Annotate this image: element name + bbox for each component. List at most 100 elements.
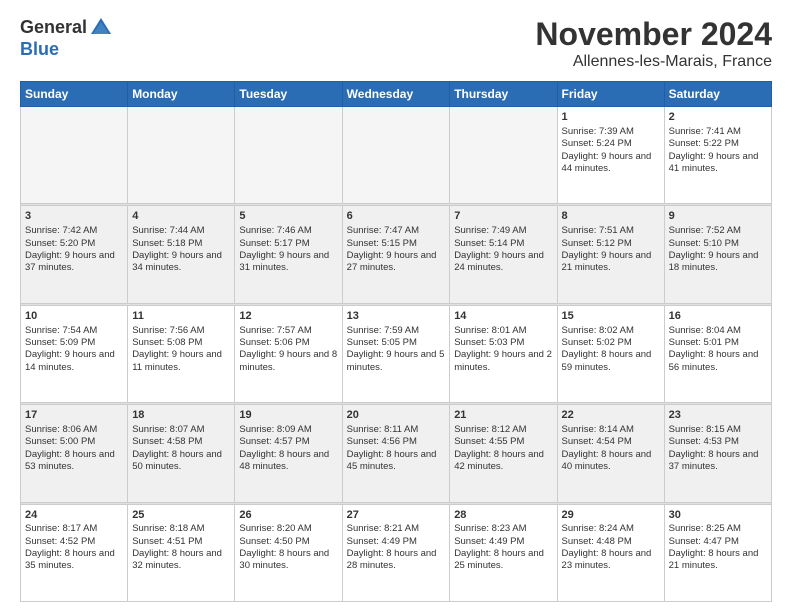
day-info: Sunrise: 7:44 AM Sunset: 5:18 PM Dayligh… (132, 225, 230, 274)
header-wednesday: Wednesday (342, 82, 450, 107)
day-number: 8 (562, 209, 660, 224)
day-info: Sunrise: 8:21 AM Sunset: 4:49 PM Dayligh… (347, 523, 446, 572)
table-cell: 9Sunrise: 7:52 AM Sunset: 5:10 PM Daylig… (664, 206, 771, 303)
day-info: Sunrise: 7:42 AM Sunset: 5:20 PM Dayligh… (25, 225, 123, 274)
day-info: Sunrise: 8:09 AM Sunset: 4:57 PM Dayligh… (239, 424, 337, 473)
header-thursday: Thursday (450, 82, 557, 107)
table-cell (235, 107, 342, 204)
day-number: 15 (562, 309, 660, 324)
day-info: Sunrise: 8:04 AM Sunset: 5:01 PM Dayligh… (669, 325, 767, 374)
logo-blue: Blue (20, 40, 59, 60)
day-info: Sunrise: 7:49 AM Sunset: 5:14 PM Dayligh… (454, 225, 552, 274)
calendar-week-1: 1Sunrise: 7:39 AM Sunset: 5:24 PM Daylig… (21, 107, 772, 204)
title-block: November 2024 Allennes-les-Marais, Franc… (535, 16, 772, 71)
page: General Blue November 2024 Allennes-les-… (0, 0, 792, 612)
table-cell: 12Sunrise: 7:57 AM Sunset: 5:06 PM Dayli… (235, 305, 342, 402)
calendar-week-3: 10Sunrise: 7:54 AM Sunset: 5:09 PM Dayli… (21, 305, 772, 402)
day-number: 5 (239, 209, 337, 224)
table-cell: 25Sunrise: 8:18 AM Sunset: 4:51 PM Dayli… (128, 504, 235, 601)
day-info: Sunrise: 8:20 AM Sunset: 4:50 PM Dayligh… (239, 523, 337, 572)
day-number: 9 (669, 209, 767, 224)
table-cell (450, 107, 557, 204)
day-info: Sunrise: 7:56 AM Sunset: 5:08 PM Dayligh… (132, 325, 230, 374)
day-info: Sunrise: 8:25 AM Sunset: 4:47 PM Dayligh… (669, 523, 767, 572)
table-cell: 26Sunrise: 8:20 AM Sunset: 4:50 PM Dayli… (235, 504, 342, 601)
day-number: 24 (25, 508, 123, 523)
day-number: 23 (669, 408, 767, 423)
table-cell: 11Sunrise: 7:56 AM Sunset: 5:08 PM Dayli… (128, 305, 235, 402)
calendar-week-4: 17Sunrise: 8:06 AM Sunset: 5:00 PM Dayli… (21, 405, 772, 502)
table-cell (342, 107, 450, 204)
day-info: Sunrise: 7:59 AM Sunset: 5:05 PM Dayligh… (347, 325, 446, 374)
day-info: Sunrise: 8:18 AM Sunset: 4:51 PM Dayligh… (132, 523, 230, 572)
calendar-week-2: 3Sunrise: 7:42 AM Sunset: 5:20 PM Daylig… (21, 206, 772, 303)
day-number: 3 (25, 209, 123, 224)
day-number: 11 (132, 309, 230, 324)
header-monday: Monday (128, 82, 235, 107)
day-info: Sunrise: 8:23 AM Sunset: 4:49 PM Dayligh… (454, 523, 552, 572)
table-cell: 3Sunrise: 7:42 AM Sunset: 5:20 PM Daylig… (21, 206, 128, 303)
day-info: Sunrise: 8:07 AM Sunset: 4:58 PM Dayligh… (132, 424, 230, 473)
day-number: 25 (132, 508, 230, 523)
day-number: 18 (132, 408, 230, 423)
table-cell: 23Sunrise: 8:15 AM Sunset: 4:53 PM Dayli… (664, 405, 771, 502)
day-info: Sunrise: 8:02 AM Sunset: 5:02 PM Dayligh… (562, 325, 660, 374)
day-info: Sunrise: 7:47 AM Sunset: 5:15 PM Dayligh… (347, 225, 446, 274)
table-cell: 8Sunrise: 7:51 AM Sunset: 5:12 PM Daylig… (557, 206, 664, 303)
header-friday: Friday (557, 82, 664, 107)
header-row: General Blue November 2024 Allennes-les-… (20, 16, 772, 71)
day-info: Sunrise: 7:57 AM Sunset: 5:06 PM Dayligh… (239, 325, 337, 374)
table-cell: 15Sunrise: 8:02 AM Sunset: 5:02 PM Dayli… (557, 305, 664, 402)
day-number: 12 (239, 309, 337, 324)
day-info: Sunrise: 7:54 AM Sunset: 5:09 PM Dayligh… (25, 325, 123, 374)
day-info: Sunrise: 8:24 AM Sunset: 4:48 PM Dayligh… (562, 523, 660, 572)
day-number: 13 (347, 309, 446, 324)
day-info: Sunrise: 8:01 AM Sunset: 5:03 PM Dayligh… (454, 325, 552, 374)
table-cell: 14Sunrise: 8:01 AM Sunset: 5:03 PM Dayli… (450, 305, 557, 402)
table-cell: 19Sunrise: 8:09 AM Sunset: 4:57 PM Dayli… (235, 405, 342, 502)
day-info: Sunrise: 8:14 AM Sunset: 4:54 PM Dayligh… (562, 424, 660, 473)
day-number: 17 (25, 408, 123, 423)
logo-icon (89, 16, 113, 40)
day-number: 1 (562, 110, 660, 125)
day-number: 6 (347, 209, 446, 224)
day-info: Sunrise: 7:41 AM Sunset: 5:22 PM Dayligh… (669, 126, 767, 175)
day-number: 22 (562, 408, 660, 423)
table-cell: 29Sunrise: 8:24 AM Sunset: 4:48 PM Dayli… (557, 504, 664, 601)
table-cell: 6Sunrise: 7:47 AM Sunset: 5:15 PM Daylig… (342, 206, 450, 303)
day-number: 19 (239, 408, 337, 423)
table-cell: 13Sunrise: 7:59 AM Sunset: 5:05 PM Dayli… (342, 305, 450, 402)
day-info: Sunrise: 8:17 AM Sunset: 4:52 PM Dayligh… (25, 523, 123, 572)
location-title: Allennes-les-Marais, France (535, 53, 772, 71)
day-number: 16 (669, 309, 767, 324)
logo: General Blue (20, 16, 113, 60)
day-number: 2 (669, 110, 767, 125)
day-info: Sunrise: 8:06 AM Sunset: 5:00 PM Dayligh… (25, 424, 123, 473)
table-cell: 5Sunrise: 7:46 AM Sunset: 5:17 PM Daylig… (235, 206, 342, 303)
day-info: Sunrise: 7:51 AM Sunset: 5:12 PM Dayligh… (562, 225, 660, 274)
day-number: 14 (454, 309, 552, 324)
logo-general: General (20, 18, 87, 38)
table-cell: 21Sunrise: 8:12 AM Sunset: 4:55 PM Dayli… (450, 405, 557, 502)
day-info: Sunrise: 8:15 AM Sunset: 4:53 PM Dayligh… (669, 424, 767, 473)
month-title: November 2024 (535, 16, 772, 53)
day-info: Sunrise: 8:12 AM Sunset: 4:55 PM Dayligh… (454, 424, 552, 473)
table-cell: 24Sunrise: 8:17 AM Sunset: 4:52 PM Dayli… (21, 504, 128, 601)
day-number: 4 (132, 209, 230, 224)
day-info: Sunrise: 7:46 AM Sunset: 5:17 PM Dayligh… (239, 225, 337, 274)
table-cell: 22Sunrise: 8:14 AM Sunset: 4:54 PM Dayli… (557, 405, 664, 502)
table-cell: 30Sunrise: 8:25 AM Sunset: 4:47 PM Dayli… (664, 504, 771, 601)
table-cell: 20Sunrise: 8:11 AM Sunset: 4:56 PM Dayli… (342, 405, 450, 502)
table-cell: 18Sunrise: 8:07 AM Sunset: 4:58 PM Dayli… (128, 405, 235, 502)
day-number: 28 (454, 508, 552, 523)
table-cell (21, 107, 128, 204)
day-number: 10 (25, 309, 123, 324)
table-cell: 1Sunrise: 7:39 AM Sunset: 5:24 PM Daylig… (557, 107, 664, 204)
calendar-header-row: Sunday Monday Tuesday Wednesday Thursday… (21, 82, 772, 107)
day-info: Sunrise: 7:39 AM Sunset: 5:24 PM Dayligh… (562, 126, 660, 175)
table-cell: 28Sunrise: 8:23 AM Sunset: 4:49 PM Dayli… (450, 504, 557, 601)
table-cell: 27Sunrise: 8:21 AM Sunset: 4:49 PM Dayli… (342, 504, 450, 601)
header-sunday: Sunday (21, 82, 128, 107)
day-info: Sunrise: 7:52 AM Sunset: 5:10 PM Dayligh… (669, 225, 767, 274)
table-cell: 17Sunrise: 8:06 AM Sunset: 5:00 PM Dayli… (21, 405, 128, 502)
